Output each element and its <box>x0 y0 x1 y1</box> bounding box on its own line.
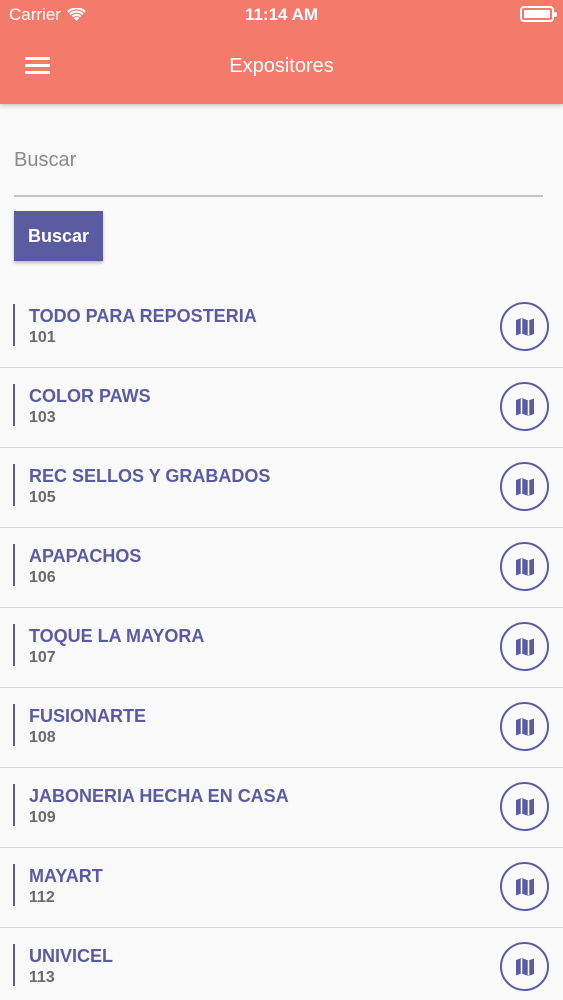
exhibitor-name: UNIVICEL <box>29 946 114 966</box>
exhibitor-number: 108 <box>29 729 56 746</box>
list-item[interactable]: APAPACHOS 106 <box>0 528 563 608</box>
list-item[interactable]: COLOR PAWS 103 <box>0 368 563 448</box>
page-title: Expositores <box>229 55 334 77</box>
accent-bar <box>13 544 15 586</box>
map-button[interactable] <box>500 942 549 991</box>
list-item[interactable]: JABONERIA HECHA EN CASA 109 <box>0 768 563 848</box>
list-item[interactable]: TOQUE LA MAYORA 107 <box>0 608 563 688</box>
map-button[interactable] <box>500 862 549 911</box>
exhibitor-number: 106 <box>29 569 56 586</box>
exhibitor-name: TODO PARA REPOSTERIA <box>29 306 257 326</box>
exhibitor-name: REC SELLOS Y GRABADOS <box>29 466 271 486</box>
accent-bar <box>13 304 15 346</box>
map-icon <box>515 317 534 336</box>
exhibitor-number: 107 <box>29 649 56 666</box>
exhibitor-number: 113 <box>29 969 55 986</box>
map-icon <box>515 397 534 416</box>
map-button[interactable] <box>500 622 549 671</box>
accent-bar <box>13 864 15 906</box>
exhibitor-number: 105 <box>29 489 56 506</box>
exhibitor-name: TOQUE LA MAYORA <box>29 626 205 646</box>
status-time: 11:14 AM <box>244 5 319 24</box>
exhibitor-number: 103 <box>29 409 56 426</box>
map-icon <box>515 877 534 896</box>
search-input[interactable] <box>14 137 543 197</box>
exhibitor-name: APAPACHOS <box>29 546 142 566</box>
exhibitor-name: JABONERIA HECHA EN CASA <box>29 786 289 806</box>
list-item[interactable]: TODO PARA REPOSTERIA 101 <box>0 288 563 368</box>
list-item[interactable]: UNIVICEL 113 <box>0 928 563 1000</box>
exhibitor-number: 112 <box>29 889 55 906</box>
map-icon <box>515 797 534 816</box>
map-button[interactable] <box>500 382 549 431</box>
map-button[interactable] <box>500 302 549 351</box>
map-icon <box>515 477 534 496</box>
map-button[interactable] <box>500 782 549 831</box>
accent-bar <box>13 624 15 666</box>
list-item[interactable]: MAYART 112 <box>0 848 563 928</box>
exhibitor-name: COLOR PAWS <box>29 386 151 406</box>
map-button[interactable] <box>500 462 549 511</box>
header: Carrier 11:14 AM Expositores <box>0 0 563 104</box>
exhibitor-number: 109 <box>29 809 56 826</box>
accent-bar <box>13 784 15 826</box>
exhibitor-name: MAYART <box>29 866 103 886</box>
map-icon <box>515 637 534 656</box>
accent-bar <box>13 944 15 986</box>
accent-bar <box>13 384 15 426</box>
map-button[interactable] <box>500 542 549 591</box>
accent-bar <box>13 704 15 746</box>
exhibitor-name: FUSIONARTE <box>29 706 146 726</box>
list-item[interactable]: FUSIONARTE 108 <box>0 688 563 768</box>
search-button[interactable]: Buscar <box>14 211 103 261</box>
exhibitor-number: 101 <box>29 329 56 346</box>
battery-icon <box>520 6 557 22</box>
accent-bar <box>13 464 15 506</box>
map-icon <box>515 557 534 576</box>
status-bar: Carrier 11:14 AM <box>0 0 563 30</box>
map-icon <box>515 717 534 736</box>
list-item[interactable]: REC SELLOS Y GRABADOS 105 <box>0 448 563 528</box>
map-icon <box>515 957 534 976</box>
exhibitor-list: TODO PARA REPOSTERIA 101 COLOR PAWS 103 REC … <box>0 288 563 1000</box>
map-button[interactable] <box>500 702 549 751</box>
